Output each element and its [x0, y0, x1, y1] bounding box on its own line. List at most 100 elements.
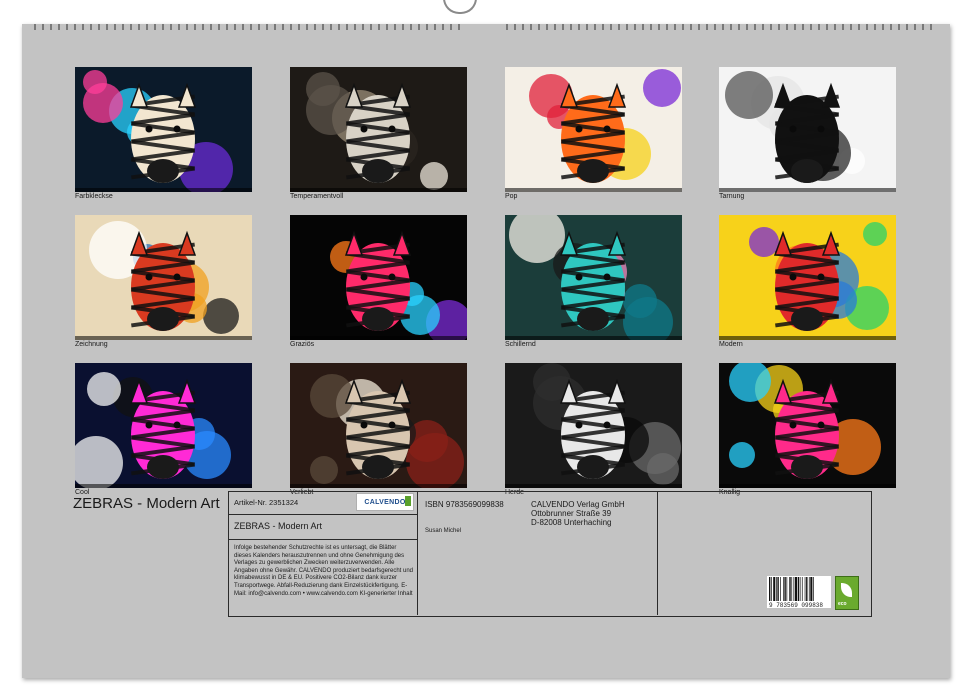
wire-loop [370, 24, 372, 30]
wire-loop [186, 24, 188, 30]
month-caption: Zeichnung [75, 341, 108, 348]
wire-loop [114, 24, 116, 30]
month-caption: Schillernd [505, 341, 536, 348]
wire-binding [34, 24, 938, 30]
month-thumbnail [75, 363, 252, 488]
wire-loop [810, 24, 812, 30]
wire-loop [602, 24, 604, 30]
wire-loop [778, 24, 780, 30]
wire-loop [82, 24, 84, 30]
wire-loop [570, 24, 572, 30]
wire-loop [178, 24, 180, 30]
wire-loop [338, 24, 340, 30]
wire-loop [914, 24, 916, 30]
calendar-day-strip [505, 484, 682, 488]
calendar-day-strip [719, 336, 896, 340]
month-thumbnail [290, 67, 467, 192]
legal-text: Infolge bestehender Schutzrechte ist es … [234, 545, 413, 597]
wire-loop [298, 24, 300, 30]
month-thumbnail [75, 215, 252, 340]
zebra-artwork [75, 67, 252, 192]
wire-loop [130, 24, 132, 30]
month-thumbnail [719, 67, 896, 192]
zebra-artwork [505, 215, 682, 340]
month-thumbnail [505, 363, 682, 488]
calendar-day-strip [75, 336, 252, 340]
month-caption: Modern [719, 341, 743, 348]
isbn: ISBN 9783569099838 [425, 500, 504, 509]
wire-loop [738, 24, 740, 30]
author: Susan Michel [425, 528, 462, 534]
article-number: Artikel-Nr. 2351324 [234, 498, 299, 507]
wire-loop [634, 24, 636, 30]
month-thumbnail [290, 363, 467, 488]
wire-loop [210, 24, 212, 30]
zebra-artwork [505, 67, 682, 192]
wire-loop [194, 24, 196, 30]
calendar-day-strip [719, 188, 896, 192]
wire-loop [242, 24, 244, 30]
calendar-title: ZEBRAS - Modern Art [73, 495, 220, 512]
zebra-artwork [719, 67, 896, 192]
wire-loop [650, 24, 652, 30]
wire-loop [922, 24, 924, 30]
zebra-artwork [75, 215, 252, 340]
wire-loop [154, 24, 156, 30]
wire-loop [786, 24, 788, 30]
logo-text: CALVENDO [364, 498, 406, 506]
wire-loop [514, 24, 516, 30]
wire-loop [234, 24, 236, 30]
wire-loop [322, 24, 324, 30]
wire-loop [666, 24, 668, 30]
info-column-divider [657, 491, 658, 615]
wire-loop [874, 24, 876, 30]
calendar-day-strip [290, 484, 467, 488]
month-thumbnail [505, 215, 682, 340]
zebra-artwork [75, 363, 252, 488]
wire-loop [930, 24, 932, 30]
wire-loop [138, 24, 140, 30]
wire-loop [626, 24, 628, 30]
month-caption: Temperamentvoll [290, 193, 344, 200]
wire-loop [90, 24, 92, 30]
wire-loop [418, 24, 420, 30]
wire-loop [842, 24, 844, 30]
wire-loop [754, 24, 756, 30]
wire-loop [834, 24, 836, 30]
wire-loop [594, 24, 596, 30]
wire-loop [34, 24, 36, 30]
wire-loop [706, 24, 708, 30]
calendar-day-strip [290, 188, 467, 192]
wire-loop [610, 24, 612, 30]
wire-loop [682, 24, 684, 30]
calendar-day-strip [75, 484, 252, 488]
wire-loop [106, 24, 108, 30]
wire-loop [898, 24, 900, 30]
month-thumbnail [290, 215, 467, 340]
eco-badge: eco [835, 576, 859, 610]
wire-loop [354, 24, 356, 30]
wire-loop [562, 24, 564, 30]
wire-loop [866, 24, 868, 30]
calvendo-logo: CALVENDO [356, 493, 414, 511]
wire-loop [410, 24, 412, 30]
month-caption: Farbkleckse [75, 193, 113, 200]
wire-loop [162, 24, 164, 30]
wire-loop [450, 24, 452, 30]
wire-loop [66, 24, 68, 30]
wire-loop [674, 24, 676, 30]
wire-loop [906, 24, 908, 30]
wire-loop [538, 24, 540, 30]
wire-loop [554, 24, 556, 30]
month-caption: Graziös [290, 341, 315, 348]
calendar-day-strip [505, 336, 682, 340]
wire-loop [42, 24, 44, 30]
publisher-street: Ottobrunner Straße 39 [531, 509, 612, 518]
wire-loop [578, 24, 580, 30]
zebra-artwork [505, 363, 682, 488]
calendar-day-strip [290, 336, 467, 340]
wire-loop [146, 24, 148, 30]
wire-loop [746, 24, 748, 30]
wire-loop [266, 24, 268, 30]
wire-loop [258, 24, 260, 30]
